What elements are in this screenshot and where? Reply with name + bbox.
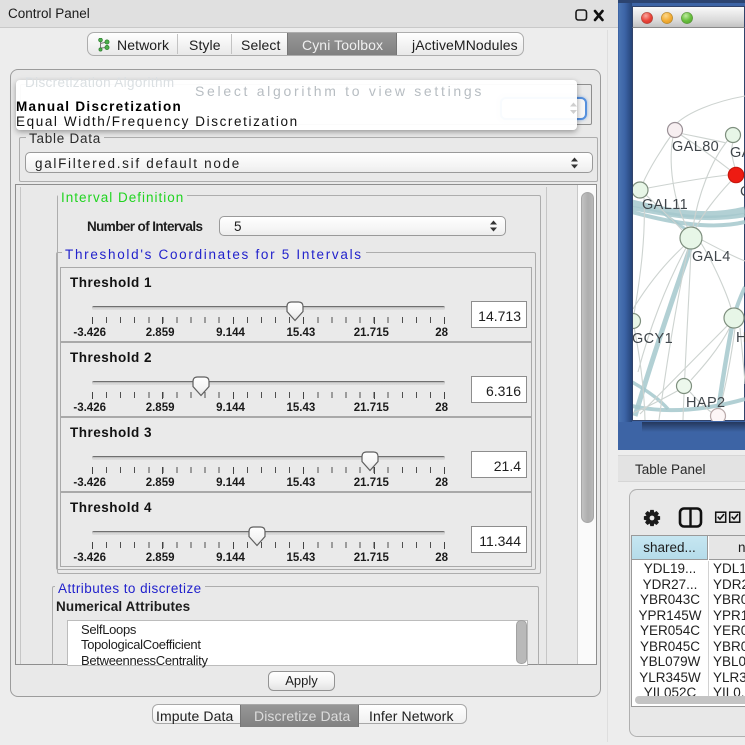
svg-text:HAP2: HAP2 <box>686 395 725 411</box>
svg-text:GCY1: GCY1 <box>633 331 673 347</box>
svg-text:H: H <box>736 330 745 346</box>
svg-text:GAL80: GAL80 <box>672 139 719 155</box>
svg-text:GAL11: GAL11 <box>642 197 688 213</box>
svg-text:GA: GA <box>730 145 745 161</box>
svg-text:C: C <box>740 184 745 200</box>
svg-text:GAL4: GAL4 <box>692 249 731 265</box>
